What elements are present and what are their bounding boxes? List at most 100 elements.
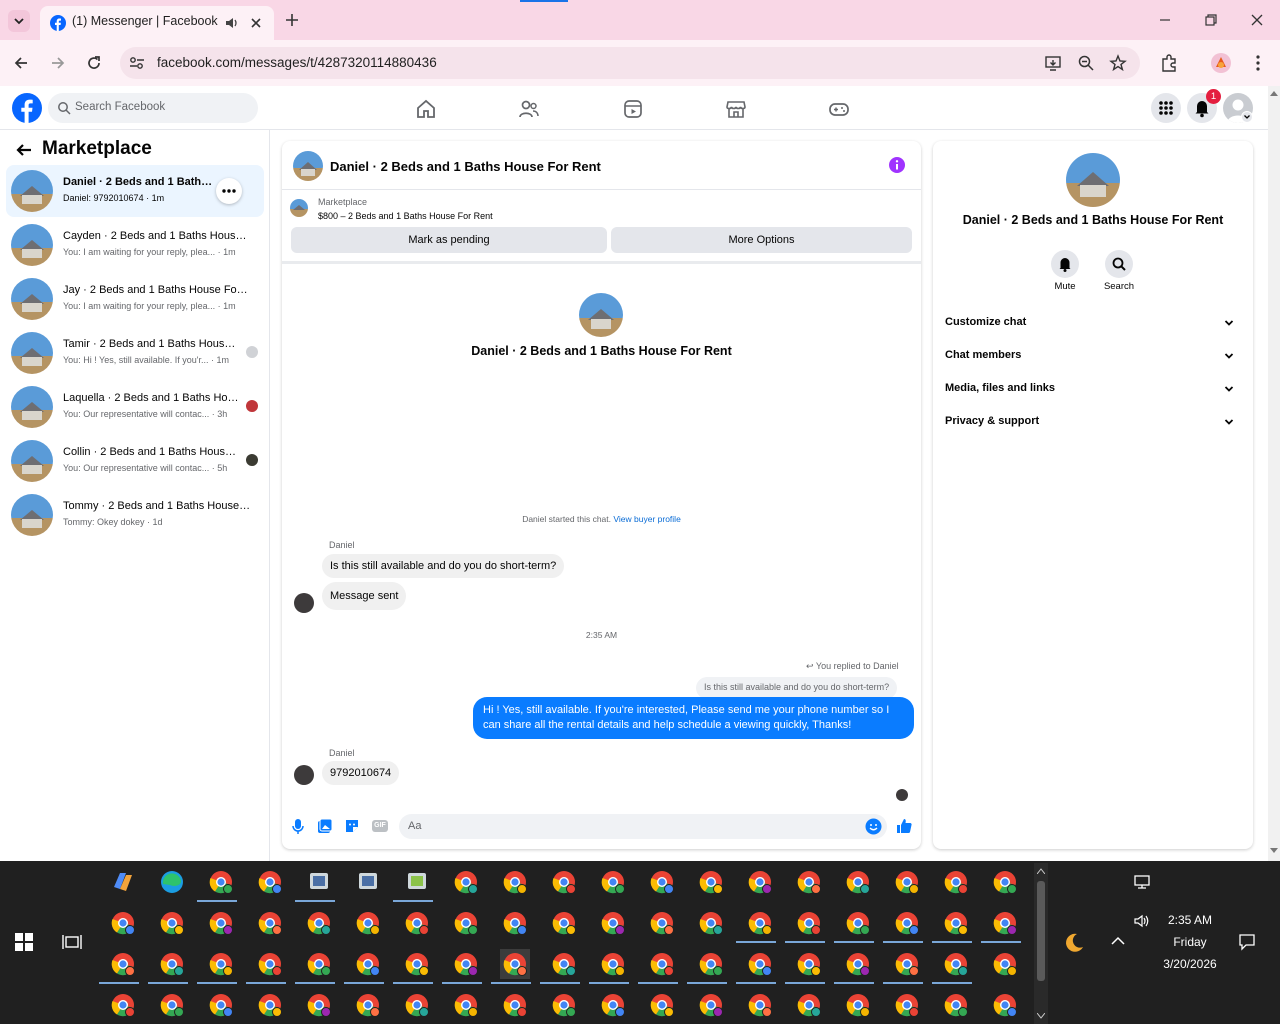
chrome-app-icon[interactable]	[598, 990, 628, 1020]
chrome-app-icon[interactable]	[206, 867, 236, 897]
conversation-item[interactable]: Collin · 2 Beds and 1 Baths House For Re…	[6, 435, 264, 487]
chrome-app-icon[interactable]	[794, 949, 824, 979]
facebook-logo-icon[interactable]	[12, 93, 42, 123]
profile-avatar[interactable]	[1211, 53, 1231, 73]
chrome-app-icon[interactable]	[990, 867, 1020, 897]
moon-weather-icon[interactable]	[1062, 931, 1086, 955]
chrome-app-icon[interactable]	[549, 949, 579, 979]
sender-avatar[interactable]	[294, 765, 314, 785]
view-buyer-profile-link[interactable]: View buyer profile	[613, 514, 680, 524]
incoming-message[interactable]: Is this still available and do you do sh…	[322, 554, 565, 578]
chrome-app-icon[interactable]	[598, 908, 628, 938]
chrome-app-icon[interactable]	[892, 908, 922, 938]
chrome-app-icon[interactable]	[108, 949, 138, 979]
quoted-message[interactable]: Is this still available and do you do sh…	[696, 677, 898, 699]
more-options-button[interactable]: More Options	[611, 227, 912, 253]
incoming-message[interactable]: Message sent	[322, 582, 407, 610]
emoji-icon[interactable]	[865, 818, 882, 835]
gaming-icon[interactable]	[828, 98, 850, 120]
message-input[interactable]: Aa	[399, 814, 887, 839]
like-thumb-icon[interactable]	[895, 817, 913, 835]
chrome-app-icon[interactable]	[353, 949, 383, 979]
chrome-app-icon[interactable]	[402, 990, 432, 1020]
photo-icon[interactable]	[317, 818, 333, 834]
chrome-app-icon[interactable]	[745, 867, 775, 897]
active-tab[interactable]: (1) Messenger | Facebook	[40, 6, 274, 40]
chrome-app-icon[interactable]	[696, 867, 726, 897]
chrome-app-icon[interactable]	[647, 990, 677, 1020]
chrome-app-icon[interactable]	[941, 867, 971, 897]
chrome-app-icon[interactable]	[500, 867, 530, 897]
browser-menu-icon[interactable]	[1250, 53, 1266, 73]
chrome-app-icon[interactable]	[598, 949, 628, 979]
desktop-app-icon[interactable]	[402, 867, 432, 897]
menu-grid-button[interactable]	[1151, 93, 1181, 123]
chrome-app-icon[interactable]	[255, 949, 285, 979]
chrome-app-icon[interactable]	[402, 908, 432, 938]
page-scrollbar[interactable]	[1268, 86, 1280, 861]
bookmark-star-icon[interactable]	[1109, 54, 1127, 72]
back-arrow-icon[interactable]	[12, 54, 30, 72]
scroll-down-icon[interactable]	[1270, 848, 1278, 854]
reload-icon[interactable]	[85, 54, 103, 72]
outgoing-message[interactable]: Hi ! Yes, still available. If you're int…	[473, 697, 914, 739]
chrome-app-icon[interactable]	[696, 908, 726, 938]
chrome-app-icon[interactable]	[255, 990, 285, 1020]
forward-arrow-icon[interactable]	[49, 54, 67, 72]
chrome-app-icon[interactable]	[451, 867, 481, 897]
listing-detail[interactable]: $800 – 2 Beds and 1 Baths House For Rent	[318, 211, 493, 221]
conversation-item[interactable]: Cayden · 2 Beds and 1 Baths House For Re…	[6, 219, 264, 271]
chrome-app-icon[interactable]	[157, 949, 187, 979]
notification-center-icon[interactable]	[1238, 933, 1256, 951]
back-arrow-icon[interactable]	[14, 140, 34, 160]
sender-avatar[interactable]	[294, 593, 314, 613]
sticker-icon[interactable]	[344, 818, 360, 834]
window-close-icon[interactable]	[1249, 12, 1265, 28]
chrome-app-icon[interactable]	[941, 990, 971, 1020]
chrome-app-icon[interactable]	[598, 867, 628, 897]
conversation-item[interactable]: Jay · 2 Beds and 1 Baths House For Rent …	[6, 273, 264, 325]
windows-start-icon[interactable]	[14, 932, 34, 952]
minimize-icon[interactable]	[1157, 12, 1173, 28]
microphone-icon[interactable]	[290, 817, 306, 835]
scroll-up-icon[interactable]	[1270, 90, 1278, 96]
conversation-options-button[interactable]	[216, 178, 242, 204]
desktop-app-icon[interactable]	[304, 867, 334, 897]
chrome-app-icon[interactable]	[108, 908, 138, 938]
chrome-app-icon[interactable]	[794, 867, 824, 897]
chrome-app-icon[interactable]	[892, 867, 922, 897]
new-tab-icon[interactable]	[283, 11, 301, 29]
chrome-app-icon[interactable]	[892, 990, 922, 1020]
chrome-app-icon[interactable]	[696, 949, 726, 979]
volume-icon[interactable]	[1133, 913, 1151, 929]
listing-thumbnail[interactable]	[290, 199, 308, 217]
conversation-item[interactable]: Tamir · 2 Beds and 1 Baths House For Ren…	[6, 327, 264, 379]
chrome-app-icon[interactable]	[157, 990, 187, 1020]
incoming-message[interactable]: 9792010674	[322, 761, 400, 785]
conversation-item[interactable]: Laquella · 2 Beds and 1 Baths House For …	[6, 381, 264, 433]
chrome-app-icon[interactable]	[451, 908, 481, 938]
chrome-app-icon[interactable]	[157, 908, 187, 938]
chat-title[interactable]: Daniel · 2 Beds and 1 Baths House For Re…	[330, 159, 601, 174]
network-icon[interactable]	[1133, 875, 1151, 889]
chrome-app-icon[interactable]	[500, 949, 530, 979]
scroll-down-icon[interactable]	[1037, 1013, 1045, 1019]
scroll-thumb[interactable]	[1037, 881, 1045, 981]
chat-members-section[interactable]: Chat members	[945, 345, 1241, 367]
facebook-search[interactable]: Search Facebook	[48, 93, 258, 123]
site-settings-icon[interactable]	[128, 55, 146, 71]
chrome-app-icon[interactable]	[794, 908, 824, 938]
chrome-app-icon[interactable]	[500, 990, 530, 1020]
chrome-app-icon[interactable]	[647, 867, 677, 897]
customize-chat-section[interactable]: Customize chat	[945, 312, 1241, 334]
chrome-app-icon[interactable]	[353, 908, 383, 938]
tab-search-button[interactable]	[8, 10, 30, 32]
extensions-icon[interactable]	[1159, 53, 1179, 73]
chrome-app-icon[interactable]	[304, 908, 334, 938]
chrome-app-icon[interactable]	[304, 990, 334, 1020]
tab-close-icon[interactable]	[248, 15, 264, 31]
clock-date[interactable]: 3/20/2026	[1150, 957, 1230, 971]
chrome-app-icon[interactable]	[402, 949, 432, 979]
chrome-app-icon[interactable]	[647, 908, 677, 938]
mute-button[interactable]	[1051, 250, 1079, 278]
